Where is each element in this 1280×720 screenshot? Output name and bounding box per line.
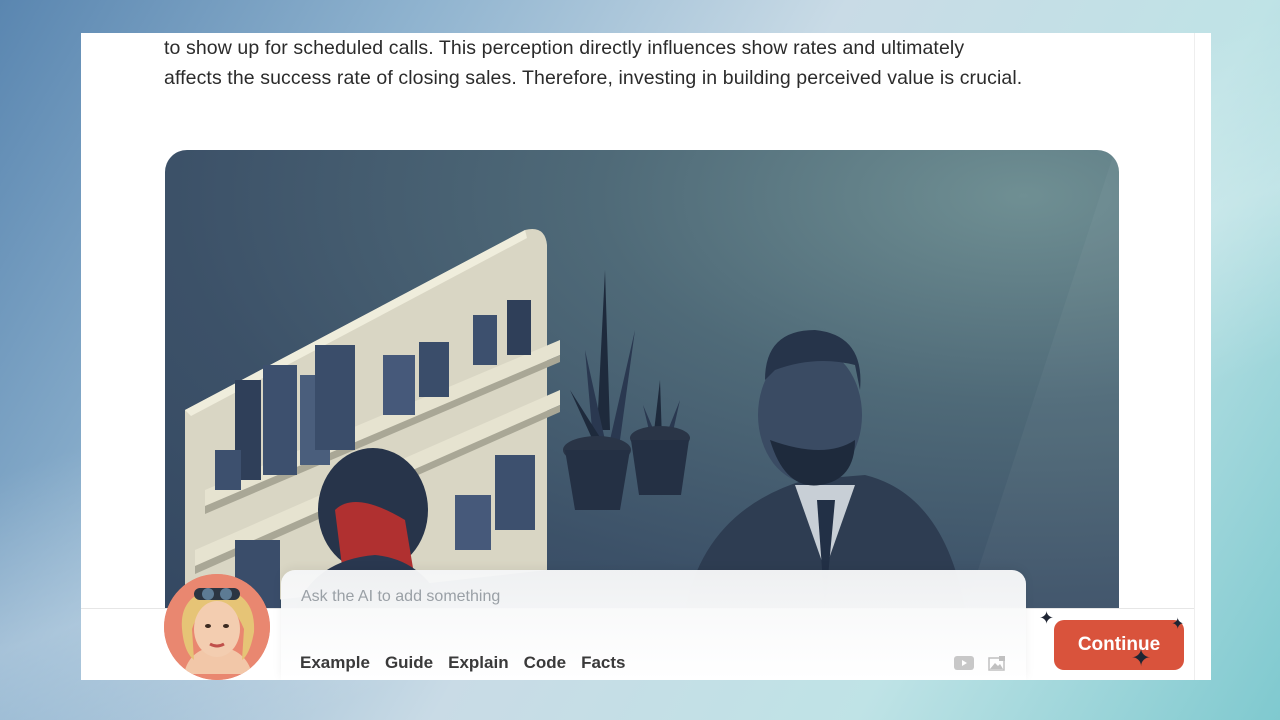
- chip-example[interactable]: Example: [300, 653, 370, 673]
- youtube-icon[interactable]: [954, 656, 974, 670]
- assistant-avatar: [164, 574, 270, 680]
- image-icon[interactable]: [988, 656, 1006, 672]
- document-window: to show up for scheduled calls. This per…: [81, 33, 1211, 680]
- chip-explain[interactable]: Explain: [448, 653, 508, 673]
- article-paragraph: to show up for scheduled calls. This per…: [164, 33, 1124, 93]
- paragraph-line-1: to show up for scheduled calls. This per…: [164, 37, 965, 59]
- chip-facts[interactable]: Facts: [581, 653, 625, 673]
- article-illustration: [165, 150, 1119, 610]
- continue-button[interactable]: Continue: [1054, 620, 1184, 670]
- ai-prompt-panel: Example Guide Explain Code Facts: [281, 570, 1026, 680]
- chip-code[interactable]: Code: [524, 653, 567, 673]
- chip-guide[interactable]: Guide: [385, 653, 433, 673]
- sparkle-icon: ✦: [1171, 616, 1185, 633]
- paragraph-line-2: affects the success rate of closing sale…: [164, 67, 1023, 89]
- ai-prompt-input[interactable]: [299, 584, 943, 610]
- prompt-suggestion-chips: Example Guide Explain Code Facts: [300, 653, 641, 673]
- prompt-media-icons: [954, 656, 1006, 672]
- illustration-art: [185, 150, 1119, 610]
- scrollbar-track[interactable]: [1194, 33, 1211, 680]
- sparkle-icon: ✦: [1039, 608, 1055, 628]
- sparkle-icon: ✦: [1131, 645, 1152, 672]
- avatar-portrait: [164, 574, 270, 680]
